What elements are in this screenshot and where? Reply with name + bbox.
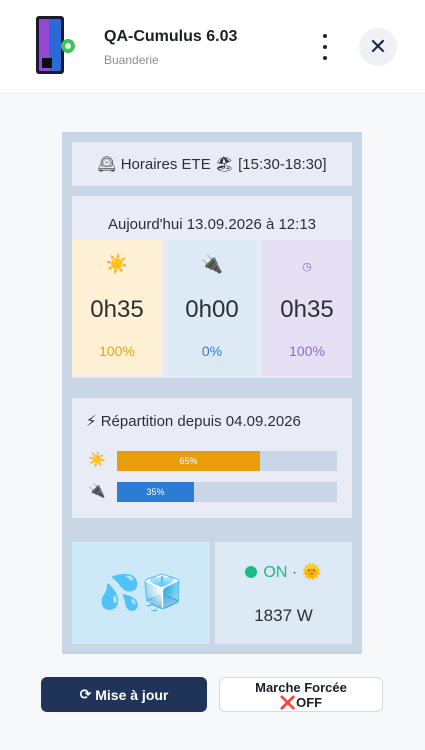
power-value: 1837 W [254,606,313,625]
close-icon: ✕ [368,34,388,59]
sheet-header: QA-Cumulus 6.03 Buanderie ✕ [0,0,425,94]
refresh-icon: ⟳ [79,686,92,702]
device-sheet: QA-Cumulus 6.03 Buanderie ✕ 🕰 Horaires E… [0,0,425,750]
beach-umbrella-icon: 🏖 [214,156,234,173]
repartition-label: Répartition depuis 04.09.2026 [100,413,301,430]
stat-total-percent: 100% [289,343,325,359]
progress-fill-grid: 35% [117,482,194,502]
repartition-title: ⚡ Répartition depuis 04.09.2026 [86,412,301,430]
repartition-row-grid: 🔌 35% [88,481,338,503]
cross-mark-icon: ❌ [279,694,297,710]
stat-solar-percent: 100% [99,343,135,359]
water-droplets-ice-icon: 💦🧊 [98,574,184,612]
schedule-range: [15:30-18:30] [238,155,327,173]
forced-run-button[interactable]: Marche Forcée ❌OFF [219,677,383,712]
close-button[interactable]: ✕ [359,28,397,66]
water-tile[interactable]: 💦🧊 [72,542,210,644]
sun-icon: ☀️ [105,254,129,274]
schedule-banner: 🕰 Horaires ETE 🏖 [15:30-18:30] [72,142,352,186]
lightning-icon: ⚡ [86,413,97,430]
forced-run-state: OFF [296,694,323,710]
progress-track: 35% [117,482,337,502]
progress-label: 35% [146,487,165,497]
more-options-icon[interactable] [314,34,336,60]
progress-label: 65% [179,456,198,466]
sun-face-icon: 🌞 [301,564,322,581]
today-label: Aujourd'hui 13.09.2026 à 12:13 [107,216,317,233]
stat-grid-percent: 0% [201,343,223,359]
status-separator: · [291,564,298,581]
plug-icon: 🔌 [200,254,224,274]
schedule-label: Horaires ETE [120,155,211,173]
update-button[interactable]: ⟳ Mise à jour [41,677,207,712]
device-location: Buanderie [104,53,159,67]
stat-grid: 🔌 0h00 0% [167,240,257,376]
device-thumbnail [36,16,75,74]
mantelpiece-clock-icon: 🕰 [97,156,117,173]
stat-total-duration: 0h35 [280,296,334,323]
stat-solar-duration: 0h35 [90,296,144,323]
stat-solar: ☀️ 0h35 100% [72,240,162,376]
status-state: ON [263,564,288,581]
status-dot-icon [245,566,258,578]
repartition-row-solar: ☀️ 65% [88,450,338,472]
plug-icon: 🔌 [88,482,106,498]
stat-grid-duration: 0h00 [185,296,239,323]
update-label: Mise à jour [95,686,169,703]
progress-fill-solar: 65% [117,451,260,471]
stat-total: ◷ 0h35 100% [262,240,352,376]
forced-run-label: Marche Forcée [255,679,347,695]
clock-icon: ◷ [302,261,312,273]
device-title: QA-Cumulus 6.03 [104,28,238,45]
status-line: ON · 🌞 [215,562,352,582]
progress-track: 65% [117,451,337,471]
status-tile [215,542,352,644]
sun-icon: ☀️ [88,451,106,467]
